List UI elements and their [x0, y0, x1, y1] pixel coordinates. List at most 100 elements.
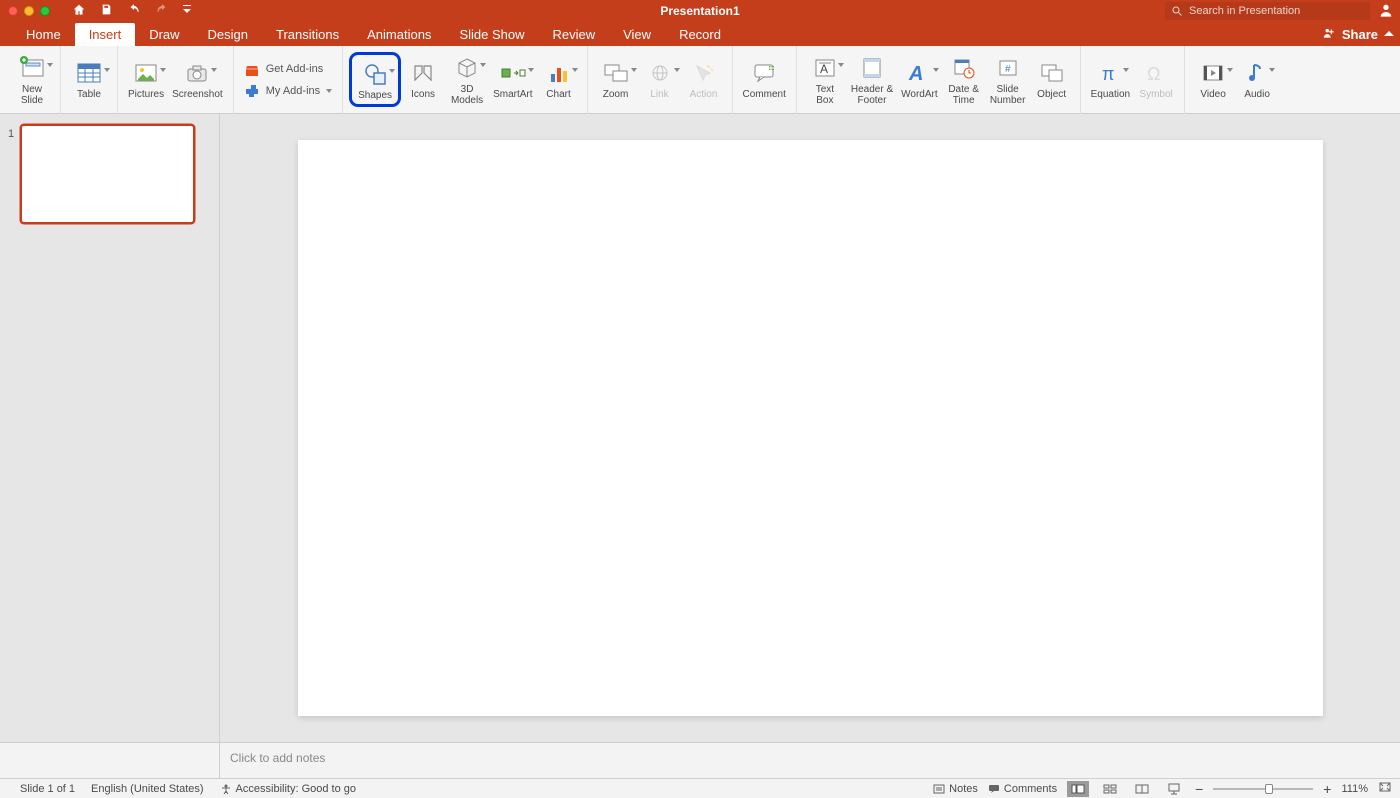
chart-button[interactable]: Chart: [537, 56, 581, 103]
fit-to-window-button[interactable]: [1378, 781, 1392, 796]
share-button[interactable]: Share: [1342, 27, 1378, 42]
shapes-button[interactable]: Shapes: [354, 57, 396, 104]
tab-record[interactable]: Record: [665, 23, 735, 46]
zoom-icon: [603, 63, 629, 83]
view-reading-button[interactable]: [1131, 781, 1153, 797]
action-button[interactable]: Action: [682, 56, 726, 103]
fullscreen-window[interactable]: [40, 6, 50, 16]
notes-placeholder: Click to add notes: [230, 751, 325, 765]
chevron-down-icon: [211, 68, 217, 86]
link-button[interactable]: Link: [638, 56, 682, 103]
chevron-down-icon: [389, 69, 395, 87]
audio-icon: [1247, 62, 1267, 84]
view-slideshow-button[interactable]: [1163, 781, 1185, 797]
video-button[interactable]: Video: [1191, 56, 1235, 103]
tab-view[interactable]: View: [609, 23, 665, 46]
group-comments: Comment: [733, 46, 797, 114]
zoom-slider-thumb[interactable]: [1265, 784, 1273, 794]
account-icon[interactable]: [1378, 2, 1394, 21]
tab-animations[interactable]: Animations: [353, 23, 445, 46]
chevron-down-icon: [160, 68, 166, 86]
equation-button[interactable]: π Equation: [1087, 56, 1134, 103]
3d-models-button[interactable]: 3D Models: [445, 51, 489, 108]
status-bar: Slide 1 of 1 English (United States) Acc…: [0, 778, 1400, 798]
window-controls: [8, 6, 50, 16]
tab-slideshow[interactable]: Slide Show: [445, 23, 538, 46]
textbox-button[interactable]: A Text Box: [803, 51, 847, 108]
tab-draw[interactable]: Draw: [135, 23, 193, 46]
workspace: 1: [0, 114, 1400, 742]
slide-canvas[interactable]: [298, 140, 1323, 716]
status-language[interactable]: English (United States): [91, 783, 204, 795]
chevron-down-icon: [1227, 68, 1233, 86]
slide-number-button[interactable]: # Slide Number: [986, 51, 1030, 108]
header-footer-icon: [861, 57, 883, 79]
chevron-down-icon: [631, 68, 637, 86]
search-input[interactable]: Search in Presentation: [1165, 2, 1370, 20]
header-footer-button[interactable]: Header & Footer: [847, 51, 897, 108]
pictures-button[interactable]: Pictures: [124, 56, 168, 103]
icons-button[interactable]: Icons: [401, 56, 445, 103]
undo-icon[interactable]: [127, 3, 141, 20]
chevron-down-icon: [933, 68, 939, 86]
thumbnail-slide-1[interactable]: [20, 124, 195, 224]
group-tables: Table: [61, 46, 118, 114]
smartart-icon: [500, 62, 526, 84]
redo-icon[interactable]: [155, 3, 169, 20]
tab-transitions[interactable]: Transitions: [262, 23, 353, 46]
collapse-ribbon-icon[interactable]: [1384, 27, 1394, 42]
shapes-highlight: Shapes: [349, 52, 401, 107]
quick-access-toolbar: [72, 3, 191, 20]
svg-text:π: π: [1102, 64, 1114, 84]
home-icon[interactable]: [72, 3, 86, 20]
zoom-slider[interactable]: [1213, 788, 1313, 790]
smartart-button[interactable]: SmartArt: [489, 56, 536, 103]
notes-icon: [933, 784, 945, 794]
save-icon[interactable]: [100, 3, 113, 19]
zoom-in-button[interactable]: +: [1323, 781, 1331, 797]
tab-home[interactable]: Home: [12, 23, 75, 46]
group-links: Zoom Link Action: [588, 46, 733, 114]
close-window[interactable]: [8, 6, 18, 16]
status-accessibility[interactable]: Accessibility: Good to go: [220, 783, 356, 795]
tab-review[interactable]: Review: [538, 23, 609, 46]
table-icon: [76, 62, 102, 84]
minimize-window[interactable]: [24, 6, 34, 16]
addins-icon: [244, 83, 260, 99]
zoom-percentage[interactable]: 111%: [1341, 783, 1368, 795]
get-addins-button[interactable]: Get Add-ins: [244, 61, 332, 77]
slide-thumbnails-panel[interactable]: 1: [0, 114, 220, 742]
svg-text:A: A: [820, 62, 828, 76]
date-time-button[interactable]: Date & Time: [942, 51, 986, 108]
object-button[interactable]: Object: [1030, 56, 1074, 103]
new-slide-button[interactable]: New Slide: [10, 51, 54, 108]
zoom-button[interactable]: Zoom: [594, 56, 638, 103]
chevron-down-icon: [572, 68, 578, 86]
group-symbols: π Equation Ω Symbol: [1081, 46, 1185, 114]
comment-button[interactable]: Comment: [739, 56, 790, 103]
tab-insert[interactable]: Insert: [75, 23, 136, 46]
audio-button[interactable]: Audio: [1235, 56, 1279, 103]
chevron-down-icon: [838, 63, 844, 81]
thumbnail-row[interactable]: 1: [8, 124, 211, 224]
notes-toggle[interactable]: Notes: [933, 783, 978, 795]
comments-toggle[interactable]: Comments: [988, 783, 1057, 795]
view-normal-button[interactable]: [1067, 781, 1089, 797]
symbol-icon: Ω: [1145, 62, 1167, 84]
wordart-button[interactable]: A WordArt: [897, 56, 942, 103]
group-text: A Text Box Header & Footer A WordArt Dat…: [797, 46, 1081, 114]
view-sorter-button[interactable]: [1099, 781, 1121, 797]
tab-design[interactable]: Design: [194, 23, 262, 46]
screenshot-button[interactable]: Screenshot: [168, 56, 227, 103]
my-addins-button[interactable]: My Add-ins: [244, 83, 332, 99]
table-button[interactable]: Table: [67, 56, 111, 103]
textbox-icon: A: [814, 57, 836, 79]
zoom-out-button[interactable]: −: [1195, 781, 1203, 797]
chevron-down-icon: [1123, 68, 1129, 86]
qat-more-icon[interactable]: [183, 4, 191, 18]
chevron-down-icon: [528, 68, 534, 86]
group-media: Video Audio: [1185, 46, 1285, 114]
notes-input[interactable]: Click to add notes: [220, 743, 1400, 778]
symbol-button[interactable]: Ω Symbol: [1134, 56, 1178, 103]
equation-icon: π: [1099, 62, 1121, 84]
